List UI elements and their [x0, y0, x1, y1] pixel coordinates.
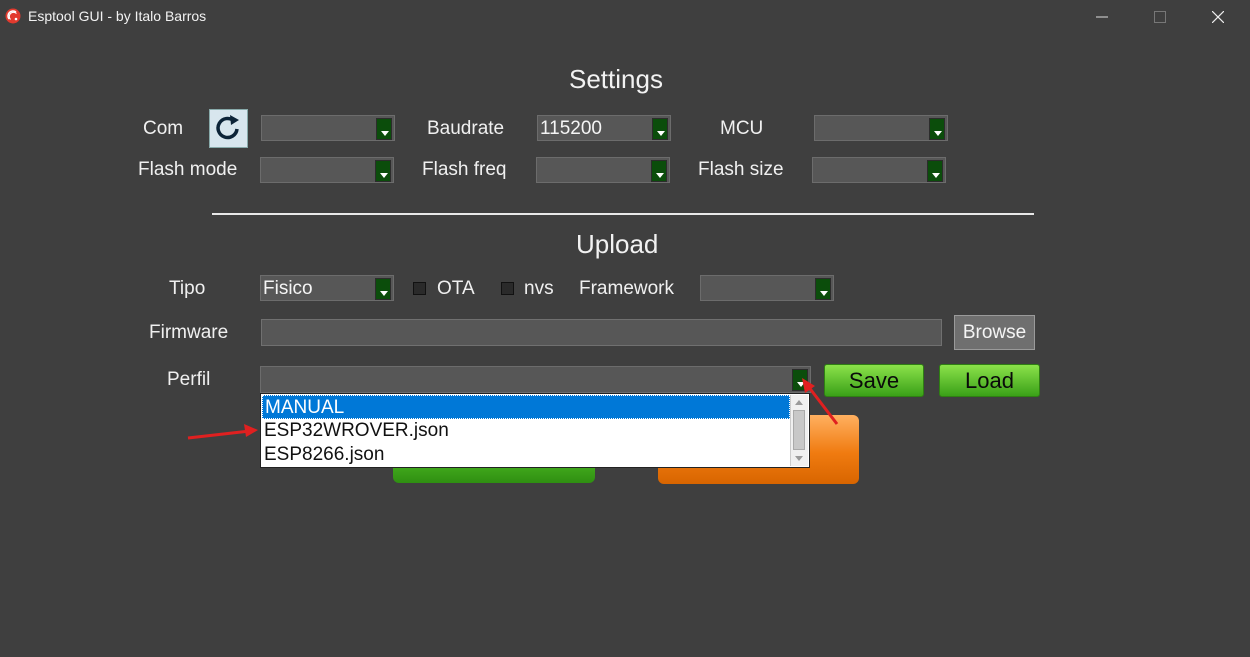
flash-mode-label: Flash mode [138, 159, 238, 180]
dropdown-option[interactable]: ESP32WROVER.json [262, 419, 790, 443]
tipo-label: Tipo [169, 278, 206, 299]
baudrate-value: 115200 [540, 118, 602, 139]
nvs-checkbox[interactable] [501, 282, 514, 295]
settings-title: Settings [569, 64, 663, 94]
mcu-select[interactable] [814, 115, 948, 141]
ota-label: OTA [437, 278, 475, 299]
close-icon [1212, 11, 1224, 23]
minimize-button[interactable] [1073, 0, 1131, 34]
close-button[interactable] [1189, 0, 1247, 34]
espressif-logo-icon [5, 8, 21, 24]
dropdown-option[interactable]: MANUAL [262, 395, 790, 419]
dropdown-scrollbar[interactable] [790, 395, 808, 466]
flash-mode-select[interactable] [260, 157, 394, 183]
chevron-down-icon [375, 160, 391, 182]
chevron-down-icon [652, 118, 668, 140]
refresh-icon [216, 115, 239, 140]
chevron-down-icon [815, 278, 831, 300]
maximize-button[interactable] [1131, 0, 1189, 34]
flash-size-label: Flash size [698, 159, 784, 180]
ota-checkbox[interactable] [413, 282, 426, 295]
window-title: Esptool GUI - by Italo Barros [28, 8, 207, 24]
chevron-down-icon [927, 160, 943, 182]
com-select[interactable] [261, 115, 395, 141]
dropdown-option[interactable]: ESP8266.json [262, 443, 790, 467]
maximize-icon [1154, 11, 1166, 23]
load-button[interactable]: Load [939, 364, 1040, 397]
chevron-down-icon [792, 369, 808, 391]
framework-select[interactable] [700, 275, 834, 301]
scroll-up-icon[interactable] [791, 395, 807, 409]
com-label: Com [143, 118, 184, 139]
chevron-down-icon [651, 160, 667, 182]
scroll-thumb[interactable] [793, 410, 805, 450]
baudrate-select[interactable]: 115200 [537, 115, 671, 141]
annotation-arrow-icon [187, 424, 258, 440]
perfil-label: Perfil [167, 369, 211, 390]
framework-label: Framework [579, 278, 675, 299]
flash-freq-select[interactable] [536, 157, 670, 183]
section-divider [212, 213, 1034, 215]
perfil-dropdown-list: MANUAL ESP32WROVER.json ESP8266.json [260, 393, 810, 468]
minimize-icon [1096, 16, 1108, 18]
firmware-label: Firmware [149, 322, 229, 343]
save-button[interactable]: Save [824, 364, 924, 397]
chevron-down-icon [375, 278, 391, 300]
flash-size-select[interactable] [812, 157, 946, 183]
browse-button[interactable]: Browse [954, 315, 1035, 350]
flash-freq-label: Flash freq [422, 159, 507, 180]
chevron-down-icon [376, 118, 392, 140]
tipo-value: Fisico [263, 278, 313, 299]
mcu-label: MCU [720, 118, 764, 139]
upload-title: Upload [576, 229, 659, 259]
perfil-select[interactable] [260, 366, 811, 393]
title-bar: Esptool GUI - by Italo Barros [0, 0, 1250, 34]
tipo-select[interactable]: Fisico [260, 275, 394, 301]
nvs-label: nvs [524, 278, 554, 299]
firmware-path-input[interactable] [261, 319, 942, 346]
scroll-down-icon[interactable] [791, 452, 807, 466]
baudrate-label: Baudrate [427, 118, 505, 139]
chevron-down-icon [929, 118, 945, 140]
refresh-button[interactable] [209, 109, 248, 148]
